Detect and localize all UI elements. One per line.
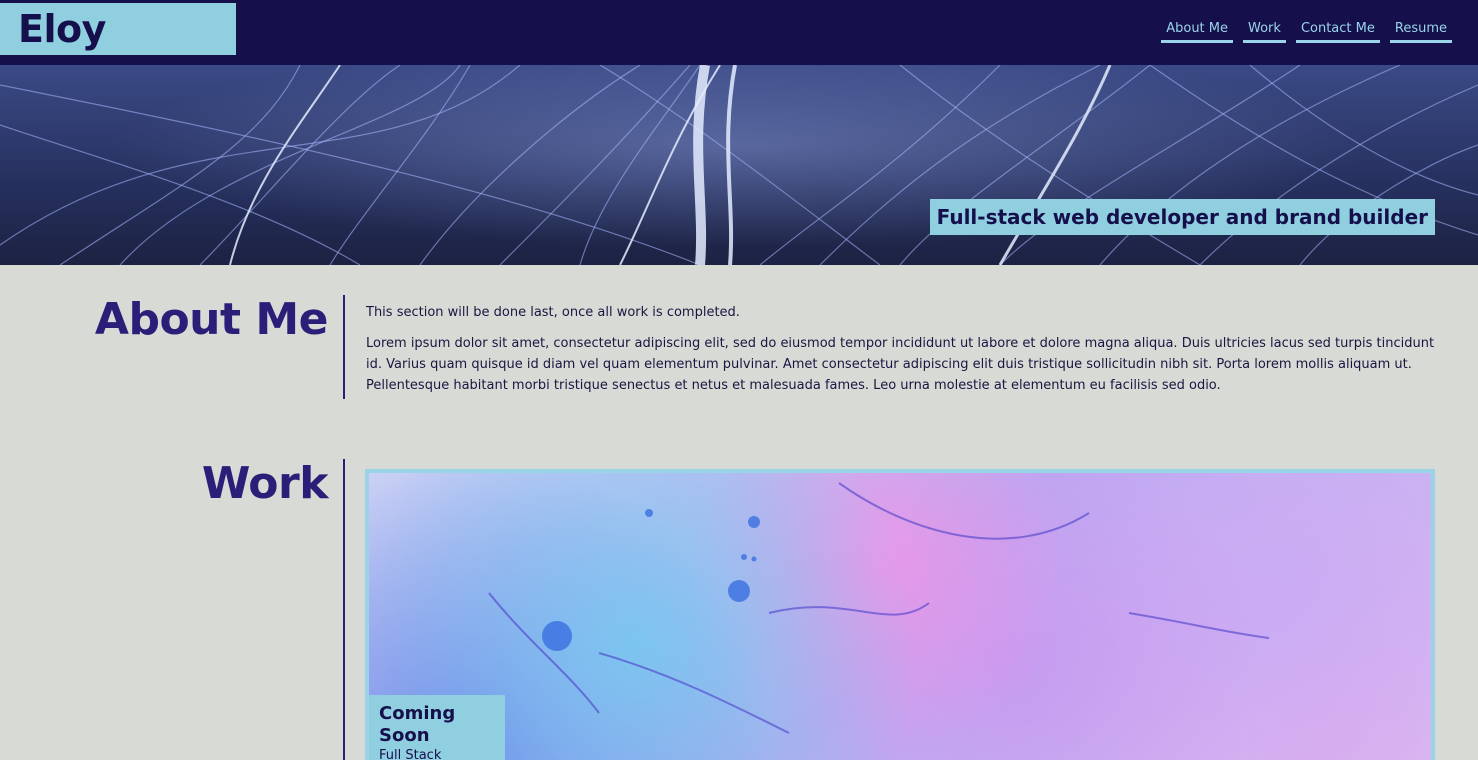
site-header: Eloy Garza About Me Work Contact Me Resu… xyxy=(0,0,1478,103)
work-heading: Work xyxy=(201,458,329,509)
main-nav: About Me Work Contact Me Resume xyxy=(1161,20,1452,43)
work-project-card[interactable]: Coming Soon Full Stack xyxy=(365,469,1435,760)
hero-tagline: Full-stack web developer and brand build… xyxy=(929,199,1435,235)
site-logo[interactable]: Eloy Garza xyxy=(0,3,236,103)
about-heading: About Me xyxy=(94,294,329,345)
nav-link-resume[interactable]: Resume xyxy=(1389,20,1452,43)
project-card-label: Coming Soon Full Stack xyxy=(369,695,505,760)
hero-banner: Full-stack web developer and brand build… xyxy=(0,65,1478,265)
about-body: This section will be done last, once all… xyxy=(366,302,1441,396)
work-divider xyxy=(343,459,345,760)
about-paragraph: Lorem ipsum dolor sit amet, consectetur … xyxy=(366,336,1435,393)
nav-link-contact-me[interactable]: Contact Me xyxy=(1295,20,1380,43)
about-paragraph: This section will be done last, once all… xyxy=(366,305,740,320)
project-title: Coming Soon xyxy=(379,703,456,746)
nav-link-about-me[interactable]: About Me xyxy=(1161,20,1234,43)
project-subtitle: Full Stack xyxy=(379,748,442,760)
hero-background-image xyxy=(0,65,1478,265)
about-divider xyxy=(343,295,345,399)
nav-link-work[interactable]: Work xyxy=(1243,20,1286,43)
project-background-image xyxy=(488,482,1270,734)
